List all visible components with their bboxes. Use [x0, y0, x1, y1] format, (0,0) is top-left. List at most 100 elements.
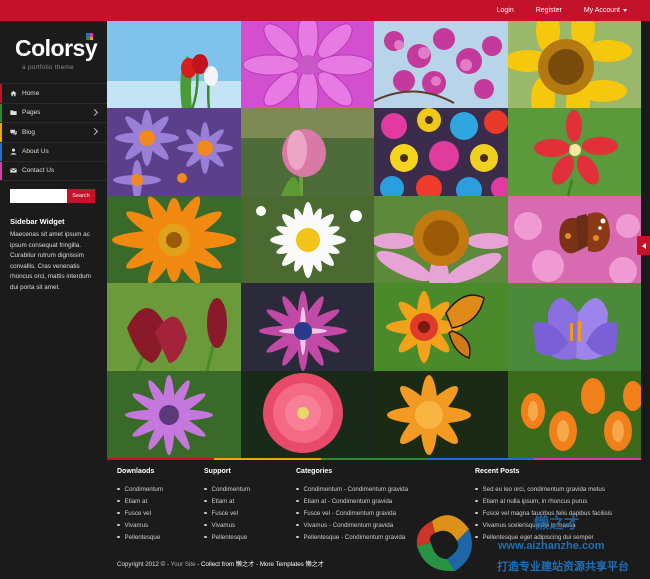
footer-color-stripe: [107, 458, 641, 460]
footer-link[interactable]: Vivamus: [204, 519, 250, 531]
sidebar-item-label: Home: [22, 89, 40, 97]
sidebar-item-home[interactable]: Home: [0, 83, 107, 103]
logo[interactable]: Colorsy: [15, 35, 98, 62]
portfolio-item[interactable]: [507, 283, 641, 371]
menu-color-bar: [0, 142, 2, 161]
portfolio-item[interactable]: [374, 283, 508, 371]
portfolio-item[interactable]: [507, 108, 641, 196]
purple-crocus-image: [507, 283, 641, 371]
sidebar-item-label: Blog: [22, 128, 36, 136]
footer-link[interactable]: Vivamus: [117, 519, 163, 531]
footer-link[interactable]: Condimentum - Condimentum gravida: [296, 483, 409, 495]
footer-link[interactable]: Pellentesque: [117, 531, 163, 543]
red-lily-buds-image: [107, 283, 241, 371]
pink-dianthus-image: [240, 370, 374, 458]
orange-gerbera-image: [107, 195, 241, 284]
butterfly-on-pink-flowers-image: [507, 195, 641, 284]
caret-down-icon: [623, 9, 627, 12]
pink-dahlia-image: [240, 21, 374, 109]
footer-link[interactable]: Condimentum: [204, 483, 251, 495]
portfolio-item[interactable]: [507, 195, 641, 284]
echinacea-image: [374, 195, 508, 284]
user-icon: [10, 148, 17, 155]
collect-link[interactable]: - Collect from 懒之才: [197, 561, 254, 568]
butterfly-on-orange-flower-image: [374, 283, 508, 371]
footer-link[interactable]: Fusce vel: [204, 507, 250, 519]
footer-categories: Categories Condimentum - Condimentum gra…: [296, 468, 408, 543]
portfolio-item[interactable]: [240, 108, 374, 196]
portfolio-item[interactable]: [240, 370, 374, 458]
more-templates-link[interactable]: - More Templates 懒之才: [256, 561, 324, 568]
footer-support: Support Condimentum Etiam at Fusce vel V…: [204, 468, 250, 543]
bougainvillea-image: [374, 21, 508, 109]
footer-downloads: Downlaods Condimentum Etiam at Fusce vel…: [117, 468, 163, 543]
sidebar-item-pages[interactable]: Pages: [0, 102, 107, 122]
footer-link[interactable]: Etiam at: [204, 495, 250, 507]
site-link[interactable]: Your Site: [171, 561, 196, 568]
orange-lilies-image: [507, 370, 641, 458]
sidebar-item-blog[interactable]: Blog: [0, 122, 107, 142]
footer-link[interactable]: Pellentesque - Condimentum gravida: [296, 531, 408, 543]
footer-link[interactable]: Condimentum: [117, 483, 164, 495]
sidebar: Colorsy a portfolio theme Home Pages Blo…: [0, 21, 107, 458]
copyright: Copyright 2012 © - Your Site - Collect f…: [117, 559, 324, 568]
sunflower-image: [507, 21, 641, 109]
footer-link[interactable]: Sed eu leo orci, condimentum gravida met…: [475, 483, 612, 495]
sidebar-menu: Home Pages Blog About Us Contact Us: [0, 83, 107, 181]
sidebar-item-contact[interactable]: Contact Us: [0, 161, 107, 181]
footer-link[interactable]: Vivamus - Condimentum gravida: [296, 519, 408, 531]
watermark-brand: 懒之才: [534, 515, 580, 532]
portfolio-item[interactable]: [240, 283, 374, 371]
portfolio-item[interactable]: [507, 21, 641, 109]
account-label: My Account: [583, 7, 620, 14]
account-dropdown[interactable]: My Account: [573, 0, 638, 21]
footer-link[interactable]: Fusce vel - Condimentum gravida: [296, 507, 408, 519]
footer-link[interactable]: Pellentesque: [204, 531, 250, 543]
footer-link[interactable]: Etiam at - Condimentum gravida: [296, 495, 408, 507]
folder-icon: [10, 109, 17, 116]
sidebar-item-about[interactable]: About Us: [0, 141, 107, 161]
portfolio-grid: [107, 21, 641, 458]
portfolio-item[interactable]: [240, 21, 374, 109]
portfolio-item[interactable]: [107, 21, 241, 109]
white-daisy-image: [240, 195, 374, 284]
portfolio-item[interactable]: [107, 370, 241, 458]
purple-daisies-image: [107, 108, 241, 196]
portfolio-item[interactable]: [107, 195, 241, 284]
sidebar-item-label: Pages: [22, 109, 41, 117]
footer-link[interactable]: Fusce vel: [117, 507, 163, 519]
chevron-right-icon: [90, 127, 99, 136]
search-button[interactable]: Search: [67, 189, 95, 203]
osteospermum-image: [240, 283, 374, 371]
top-nav: Login Register My Account: [486, 0, 638, 21]
portfolio-item[interactable]: [107, 108, 241, 196]
menu-color-bar: [0, 103, 2, 122]
login-link[interactable]: Login: [486, 0, 525, 21]
red-tulips-image: [107, 21, 241, 109]
portfolio-item[interactable]: [374, 370, 508, 458]
side-toggle-tab[interactable]: [637, 236, 650, 255]
envelope-icon: [10, 167, 17, 174]
menu-color-bar: [0, 123, 2, 142]
register-link[interactable]: Register: [525, 0, 573, 21]
sidebar-item-label: About Us: [22, 148, 49, 156]
arrow-left-icon: [641, 242, 646, 249]
home-icon: [10, 90, 17, 97]
portfolio-item[interactable]: [107, 283, 241, 371]
footer-col-title: Downlaods: [117, 468, 155, 475]
footer-col-title: Recent Posts: [475, 468, 520, 475]
search-input[interactable]: [10, 189, 67, 203]
portfolio-item[interactable]: [507, 370, 641, 458]
portfolio-item[interactable]: [374, 21, 508, 109]
footer-link[interactable]: Etiam at: [117, 495, 163, 507]
portfolio-item[interactable]: [240, 195, 374, 284]
pink-tulip-image: [240, 108, 374, 196]
footer-col-title: Categories: [296, 468, 333, 475]
watermark-slogan: 打造专业建站资源共享平台: [497, 561, 629, 573]
widget-text: Maecenas sit amet ipsum ac ipsum consequ…: [10, 231, 91, 291]
orange-dahlia-image: [374, 370, 508, 458]
chevron-right-icon: [90, 108, 99, 116]
portfolio-item[interactable]: [374, 195, 508, 284]
comments-icon: [10, 129, 17, 136]
portfolio-item[interactable]: [374, 108, 508, 196]
